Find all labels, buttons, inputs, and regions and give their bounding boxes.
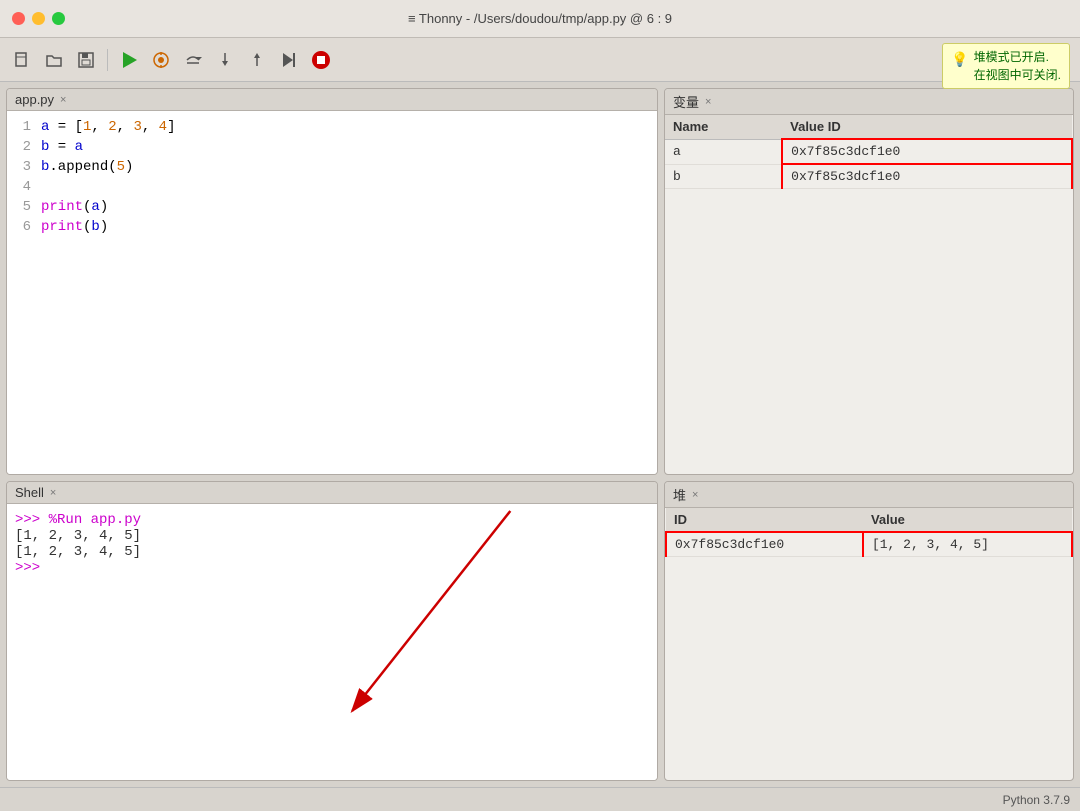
shell-tab-label: Shell [15, 485, 44, 500]
code-text-6: print(b) [41, 219, 653, 239]
var-col-name: Name [665, 115, 782, 139]
statusbar: Python 3.7.9 [0, 787, 1080, 811]
heap-panel: 堆 × ID Value 0x7f85c3dcf1e0 [1, 2, 3, 4, [664, 481, 1074, 781]
window-controls [12, 12, 65, 25]
code-line-6: 6 print(b) [11, 219, 653, 239]
bulb-icon: 💡 [951, 49, 968, 70]
minimize-button[interactable] [32, 12, 45, 25]
heap-col-id: ID [666, 508, 863, 532]
resume-button[interactable] [275, 46, 303, 74]
editor-tab-label: app.py [15, 92, 54, 107]
code-text-2: b = a [41, 139, 653, 159]
code-text-3: b.append(5) [41, 159, 653, 179]
shell-output-1: [1, 2, 3, 4, 5] [15, 528, 649, 544]
step-over-button[interactable] [179, 46, 207, 74]
var-value-b: 0x7f85c3dcf1e0 [782, 164, 1072, 189]
open-button[interactable] [40, 46, 68, 74]
main-content: app.py × 1 a = [1, 2, 3, 4] 2 b = a 3 b.… [0, 82, 1080, 787]
var-row-b: b 0x7f85c3dcf1e0 [665, 164, 1072, 189]
heap-table-container: ID Value 0x7f85c3dcf1e0 [1, 2, 3, 4, 5] [665, 508, 1073, 780]
stop-button[interactable] [307, 46, 335, 74]
line-num-2: 2 [11, 139, 41, 159]
variables-table: Name Value ID a 0x7f85c3dcf1e0 b 0x7f85c… [665, 115, 1073, 189]
title-text: ≡ Thonny - /Users/doudou/tmp/app.py @ 6 … [408, 11, 672, 26]
variables-tab[interactable]: 变量 × [665, 89, 1073, 115]
code-line-3: 3 b.append(5) [11, 159, 653, 179]
python-version: Python 3.7.9 [1003, 793, 1070, 807]
bottom-row: Shell × >>> %Run app.py [1, 2, 3, 4, 5] … [6, 481, 1074, 781]
code-line-1: 1 a = [1, 2, 3, 4] [11, 119, 653, 139]
top-row: app.py × 1 a = [1, 2, 3, 4] 2 b = a 3 b.… [6, 88, 1074, 475]
code-line-4: 4 [11, 179, 653, 199]
heap-col-value: Value [863, 508, 1072, 532]
hint-line2: 在视图中可关闭. [974, 66, 1061, 84]
line-num-5: 5 [11, 199, 41, 219]
shell-run-command: %Run app.py [49, 512, 141, 528]
save-button[interactable] [72, 46, 100, 74]
heap-tab[interactable]: 堆 × [665, 482, 1073, 508]
shell-output-2: [1, 2, 3, 4, 5] [15, 544, 649, 560]
hint-box: 💡 堆模式已开启. 在视图中可关闭. [942, 43, 1070, 89]
titlebar: ≡ Thonny - /Users/doudou/tmp/app.py @ 6 … [0, 0, 1080, 38]
shell-tab-close[interactable]: × [50, 487, 56, 499]
heap-row-1: 0x7f85c3dcf1e0 [1, 2, 3, 4, 5] [666, 532, 1072, 557]
code-line-5: 5 print(a) [11, 199, 653, 219]
variables-tab-label: 变量 [673, 92, 699, 111]
shell-tab[interactable]: Shell × [7, 482, 657, 504]
toolbar: 💡 堆模式已开启. 在视图中可关闭. [0, 38, 1080, 82]
code-text-4 [41, 179, 653, 199]
editor-panel: app.py × 1 a = [1, 2, 3, 4] 2 b = a 3 b.… [6, 88, 658, 475]
line-num-3: 3 [11, 159, 41, 179]
step-into-button[interactable] [211, 46, 239, 74]
toolbar-separator-1 [107, 49, 108, 71]
heap-tab-label: 堆 [673, 485, 686, 504]
debug-button[interactable] [147, 46, 175, 74]
hint-line1: 堆模式已开启. [974, 48, 1061, 66]
variables-tab-close[interactable]: × [705, 96, 711, 108]
shell-run-line: >>> %Run app.py [15, 512, 649, 528]
line-num-4: 4 [11, 179, 41, 199]
variables-table-container: Name Value ID a 0x7f85c3dcf1e0 b 0x7f85c… [665, 115, 1073, 474]
shell-prompt-indicator: >>> [15, 560, 40, 576]
var-row-a: a 0x7f85c3dcf1e0 [665, 139, 1072, 164]
line-num-1: 1 [11, 119, 41, 139]
editor-tab[interactable]: app.py × [7, 89, 657, 111]
var-name-b: b [665, 164, 782, 189]
heap-val-cell: [1, 2, 3, 4, 5] [863, 532, 1072, 557]
editor-tab-close[interactable]: × [60, 94, 66, 106]
run-button[interactable] [115, 46, 143, 74]
shell-prompt-run: >>> [15, 512, 49, 528]
var-col-value-id: Value ID [782, 115, 1072, 139]
code-line-2: 2 b = a [11, 139, 653, 159]
code-text-5: print(a) [41, 199, 653, 219]
line-num-6: 6 [11, 219, 41, 239]
variables-panel: 变量 × Name Value ID a 0x7f85c3dcf1e0 [664, 88, 1074, 475]
var-name-a: a [665, 139, 782, 164]
shell-body[interactable]: >>> %Run app.py [1, 2, 3, 4, 5] [1, 2, 3… [7, 504, 657, 780]
shell-prompt-line: >>> [15, 560, 649, 576]
heap-table: ID Value 0x7f85c3dcf1e0 [1, 2, 3, 4, 5] [665, 508, 1073, 557]
new-button[interactable] [8, 46, 36, 74]
step-out-button[interactable] [243, 46, 271, 74]
var-value-a: 0x7f85c3dcf1e0 [782, 139, 1072, 164]
heap-id-cell: 0x7f85c3dcf1e0 [666, 532, 863, 557]
editor-body[interactable]: 1 a = [1, 2, 3, 4] 2 b = a 3 b.append(5)… [7, 111, 657, 474]
heap-tab-close[interactable]: × [692, 489, 698, 501]
maximize-button[interactable] [52, 12, 65, 25]
close-button[interactable] [12, 12, 25, 25]
code-text-1: a = [1, 2, 3, 4] [41, 119, 653, 139]
shell-panel: Shell × >>> %Run app.py [1, 2, 3, 4, 5] … [6, 481, 658, 781]
